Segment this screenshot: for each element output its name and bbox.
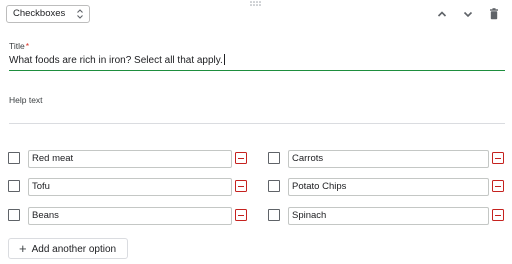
plus-icon: +: [19, 241, 27, 256]
remove-option-button[interactable]: [235, 180, 247, 192]
remove-option-button[interactable]: [492, 152, 504, 164]
option-checkbox[interactable]: [8, 180, 20, 192]
drag-handle-icon[interactable]: [250, 1, 262, 7]
option-checkbox[interactable]: [268, 209, 280, 221]
option-checkbox[interactable]: [268, 180, 280, 192]
title-label: Title*: [9, 41, 30, 51]
help-text-label: Help text: [9, 95, 43, 105]
move-up-button[interactable]: [434, 6, 450, 22]
title-input[interactable]: What foods are rich in iron? Select all …: [9, 53, 505, 71]
option-checkbox[interactable]: [8, 152, 20, 164]
title-value: What foods are rich in iron? Select all …: [9, 55, 223, 66]
question-type-value: Checkboxes: [13, 8, 66, 19]
help-text-input[interactable]: [9, 123, 505, 124]
option-checkbox[interactable]: [8, 209, 20, 221]
option-checkbox[interactable]: [268, 152, 280, 164]
question-type-select[interactable]: Checkboxes: [6, 5, 90, 23]
option-input[interactable]: Beans: [28, 207, 232, 225]
remove-option-button[interactable]: [235, 152, 247, 164]
chevron-down-icon: [463, 11, 473, 18]
move-down-button[interactable]: [460, 6, 476, 22]
option-row: Red meat: [8, 150, 248, 168]
trash-icon: [490, 8, 498, 20]
add-option-label: Add another option: [31, 244, 117, 255]
text-caret: [223, 54, 225, 65]
option-row: Potato Chips: [268, 178, 508, 196]
option-input[interactable]: Red meat: [28, 150, 232, 168]
required-marker: *: [25, 41, 30, 51]
option-row: Tofu: [8, 178, 248, 196]
add-option-button[interactable]: + Add another option: [8, 238, 128, 259]
delete-question-button[interactable]: [486, 6, 502, 22]
chevron-up-icon: [437, 11, 447, 17]
option-row: Carrots: [268, 150, 508, 168]
option-row: Beans: [8, 207, 248, 225]
option-input[interactable]: Spinach: [288, 207, 489, 225]
option-input[interactable]: Potato Chips: [288, 178, 489, 196]
remove-option-button[interactable]: [492, 209, 504, 221]
up-down-arrows-icon: [77, 9, 83, 19]
remove-option-button[interactable]: [492, 180, 504, 192]
remove-option-button[interactable]: [235, 209, 247, 221]
option-input[interactable]: Carrots: [288, 150, 489, 168]
option-input[interactable]: Tofu: [28, 178, 232, 196]
option-row: Spinach: [268, 207, 508, 225]
